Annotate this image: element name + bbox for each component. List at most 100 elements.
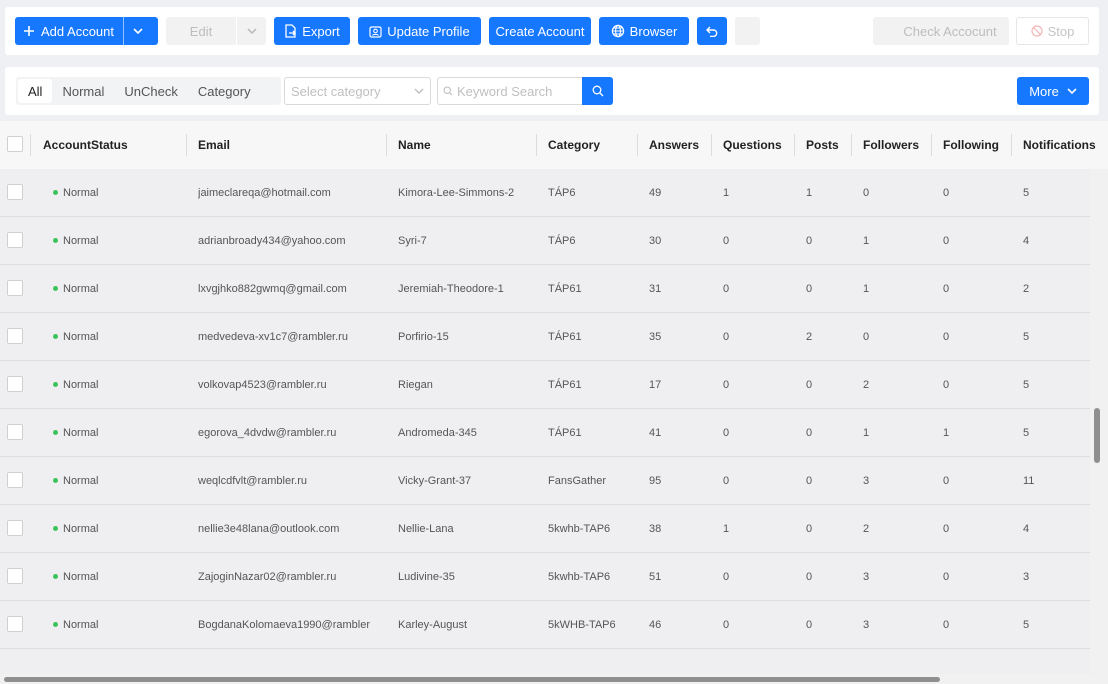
table-row[interactable]: Normal ZajoginNazar02@rambler.ru Ludivine-… (0, 553, 1090, 601)
create-account-button[interactable]: Create Account (489, 17, 591, 45)
status-dot-icon (53, 478, 58, 483)
table-row[interactable]: Normal weqlcdfvlt@rambler.ru Vicky-Grant-3… (0, 457, 1090, 505)
column-header-email[interactable]: Email (198, 121, 230, 169)
cell-following: 0 (943, 522, 950, 535)
cell-notifications: 5 (1023, 186, 1030, 199)
cell-category: TÁP6 (548, 186, 576, 199)
column-header-followers[interactable]: Followers (863, 121, 919, 169)
column-header-name[interactable]: Name (398, 121, 431, 169)
blank-button[interactable] (735, 17, 760, 45)
cell-account-status: Normal (53, 313, 183, 360)
tab-normal[interactable]: Normal (52, 79, 114, 103)
column-header-posts[interactable]: Posts (806, 121, 839, 169)
table-row[interactable]: Normal egorova_4dvdw@rambler.ru Andromeda-… (0, 409, 1090, 457)
cell-questions: 0 (723, 330, 730, 343)
table-row[interactable]: Normal nellie3e48lana@outlook.com Nellie-L… (0, 505, 1090, 553)
update-profile-button[interactable]: Update Profile (358, 17, 481, 45)
column-header-questions[interactable]: Questions (723, 121, 782, 169)
row-checkbox[interactable] (7, 232, 23, 248)
table-row[interactable]: Normal lxvgjhko882gwmq@gmail.com Jeremiah-… (0, 265, 1090, 313)
table-row[interactable]: Normal BogdanaKolomaeva1990@rambler Karley… (0, 601, 1090, 649)
cell-category: 5kwhb-TAP6 (548, 522, 611, 535)
tab-all[interactable]: All (18, 79, 53, 103)
row-checkbox[interactable] (7, 184, 23, 200)
row-checkbox[interactable] (7, 616, 23, 632)
vertical-scrollbar-thumb[interactable] (1094, 408, 1100, 463)
cell-followers: 3 (863, 474, 870, 487)
main-toolbar: Add Account Edit Export Update Profile C… (5, 7, 1099, 55)
category-select[interactable]: Select category (284, 77, 431, 105)
edit-button[interactable]: Edit (166, 17, 266, 45)
category-select-placeholder: Select category (291, 83, 381, 99)
cell-questions: 1 (723, 186, 730, 199)
column-header-category[interactable]: Category (548, 121, 600, 169)
cell-email: jaimeclareqa@hotmail.com (198, 186, 331, 199)
cell-answers: 30 (649, 234, 662, 247)
cell-answers: 38 (649, 522, 662, 535)
row-checkbox[interactable] (7, 376, 23, 392)
cell-name: Kimora-Lee-Simmons-2 (398, 186, 515, 199)
table-row[interactable]: Normal jaimeclareqa@hotmail.com Kimora-Lee… (0, 169, 1090, 217)
row-checkbox[interactable] (7, 472, 23, 488)
add-account-button[interactable]: Add Account (15, 17, 158, 45)
cell-following: 0 (943, 282, 950, 295)
status-dot-icon (53, 334, 58, 339)
cell-followers: 1 (863, 234, 870, 247)
status-dot-icon (53, 382, 58, 387)
cell-email: nellie3e48lana@outlook.com (198, 522, 340, 535)
cell-answers: 31 (649, 282, 662, 295)
plus-icon (24, 26, 34, 36)
browser-button[interactable]: Browser (599, 17, 689, 45)
table-row[interactable]: Normal medvedeva-xv1c7@rambler.ru Porfirio… (0, 313, 1090, 361)
cell-account-status: Normal (53, 265, 183, 312)
status-text: Normal (63, 426, 99, 439)
cell-following: 0 (943, 330, 950, 343)
cell-account-status: Normal (53, 361, 183, 408)
column-separator (711, 134, 712, 156)
more-button[interactable]: More (1017, 77, 1089, 105)
column-header-notifications[interactable]: Notifications (1023, 121, 1096, 169)
undo-icon (706, 26, 718, 37)
undo-button[interactable] (697, 17, 727, 45)
cell-questions: 0 (723, 570, 730, 583)
export-button[interactable]: Export (274, 17, 350, 45)
cell-following: 0 (943, 234, 950, 247)
cell-questions: 0 (723, 282, 730, 295)
edit-dropdown[interactable] (237, 28, 266, 34)
select-all-checkbox[interactable] (7, 136, 23, 152)
status-dot-icon (53, 286, 58, 291)
table-row[interactable]: Normal adrianbroady434@yahoo.com Syri-7 TÁP… (0, 217, 1090, 265)
chevron-down-icon (133, 28, 143, 34)
keyword-search-input[interactable] (457, 83, 577, 99)
check-account-button[interactable]: Check Accocunt (873, 17, 1009, 45)
column-header-answers[interactable]: Answers (649, 121, 699, 169)
column-header-following[interactable]: Following (943, 121, 999, 169)
chevron-down-icon (414, 88, 424, 94)
row-checkbox[interactable] (7, 568, 23, 584)
cell-category: TÁP61 (548, 330, 582, 343)
status-text: Normal (63, 474, 99, 487)
row-checkbox[interactable] (7, 280, 23, 296)
cell-answers: 17 (649, 378, 662, 391)
cell-name: Nellie-Lana (398, 522, 454, 535)
tab-uncheck[interactable]: UnCheck (114, 79, 187, 103)
status-dot-icon (53, 526, 58, 531)
cell-following: 0 (943, 186, 950, 199)
row-checkbox[interactable] (7, 520, 23, 536)
row-checkbox[interactable] (7, 328, 23, 344)
column-header-account-status[interactable]: AccountStatus (43, 121, 128, 169)
column-separator (186, 134, 187, 156)
add-account-dropdown[interactable] (124, 28, 152, 34)
stop-button[interactable]: Stop (1016, 17, 1089, 45)
cell-name: Syri-7 (398, 234, 427, 247)
cell-account-status: Normal (53, 169, 183, 216)
row-checkbox[interactable] (7, 424, 23, 440)
cell-account-status: Normal (53, 553, 183, 600)
tab-category[interactable]: Category (188, 79, 261, 103)
cell-posts: 0 (806, 426, 813, 439)
cell-following: 0 (943, 570, 950, 583)
search-button[interactable] (582, 77, 613, 105)
horizontal-scrollbar-thumb[interactable] (4, 677, 940, 682)
table-row[interactable]: Normal volkovap4523@rambler.ru Riegan TÁP61… (0, 361, 1090, 409)
keyword-search-box (437, 77, 582, 105)
